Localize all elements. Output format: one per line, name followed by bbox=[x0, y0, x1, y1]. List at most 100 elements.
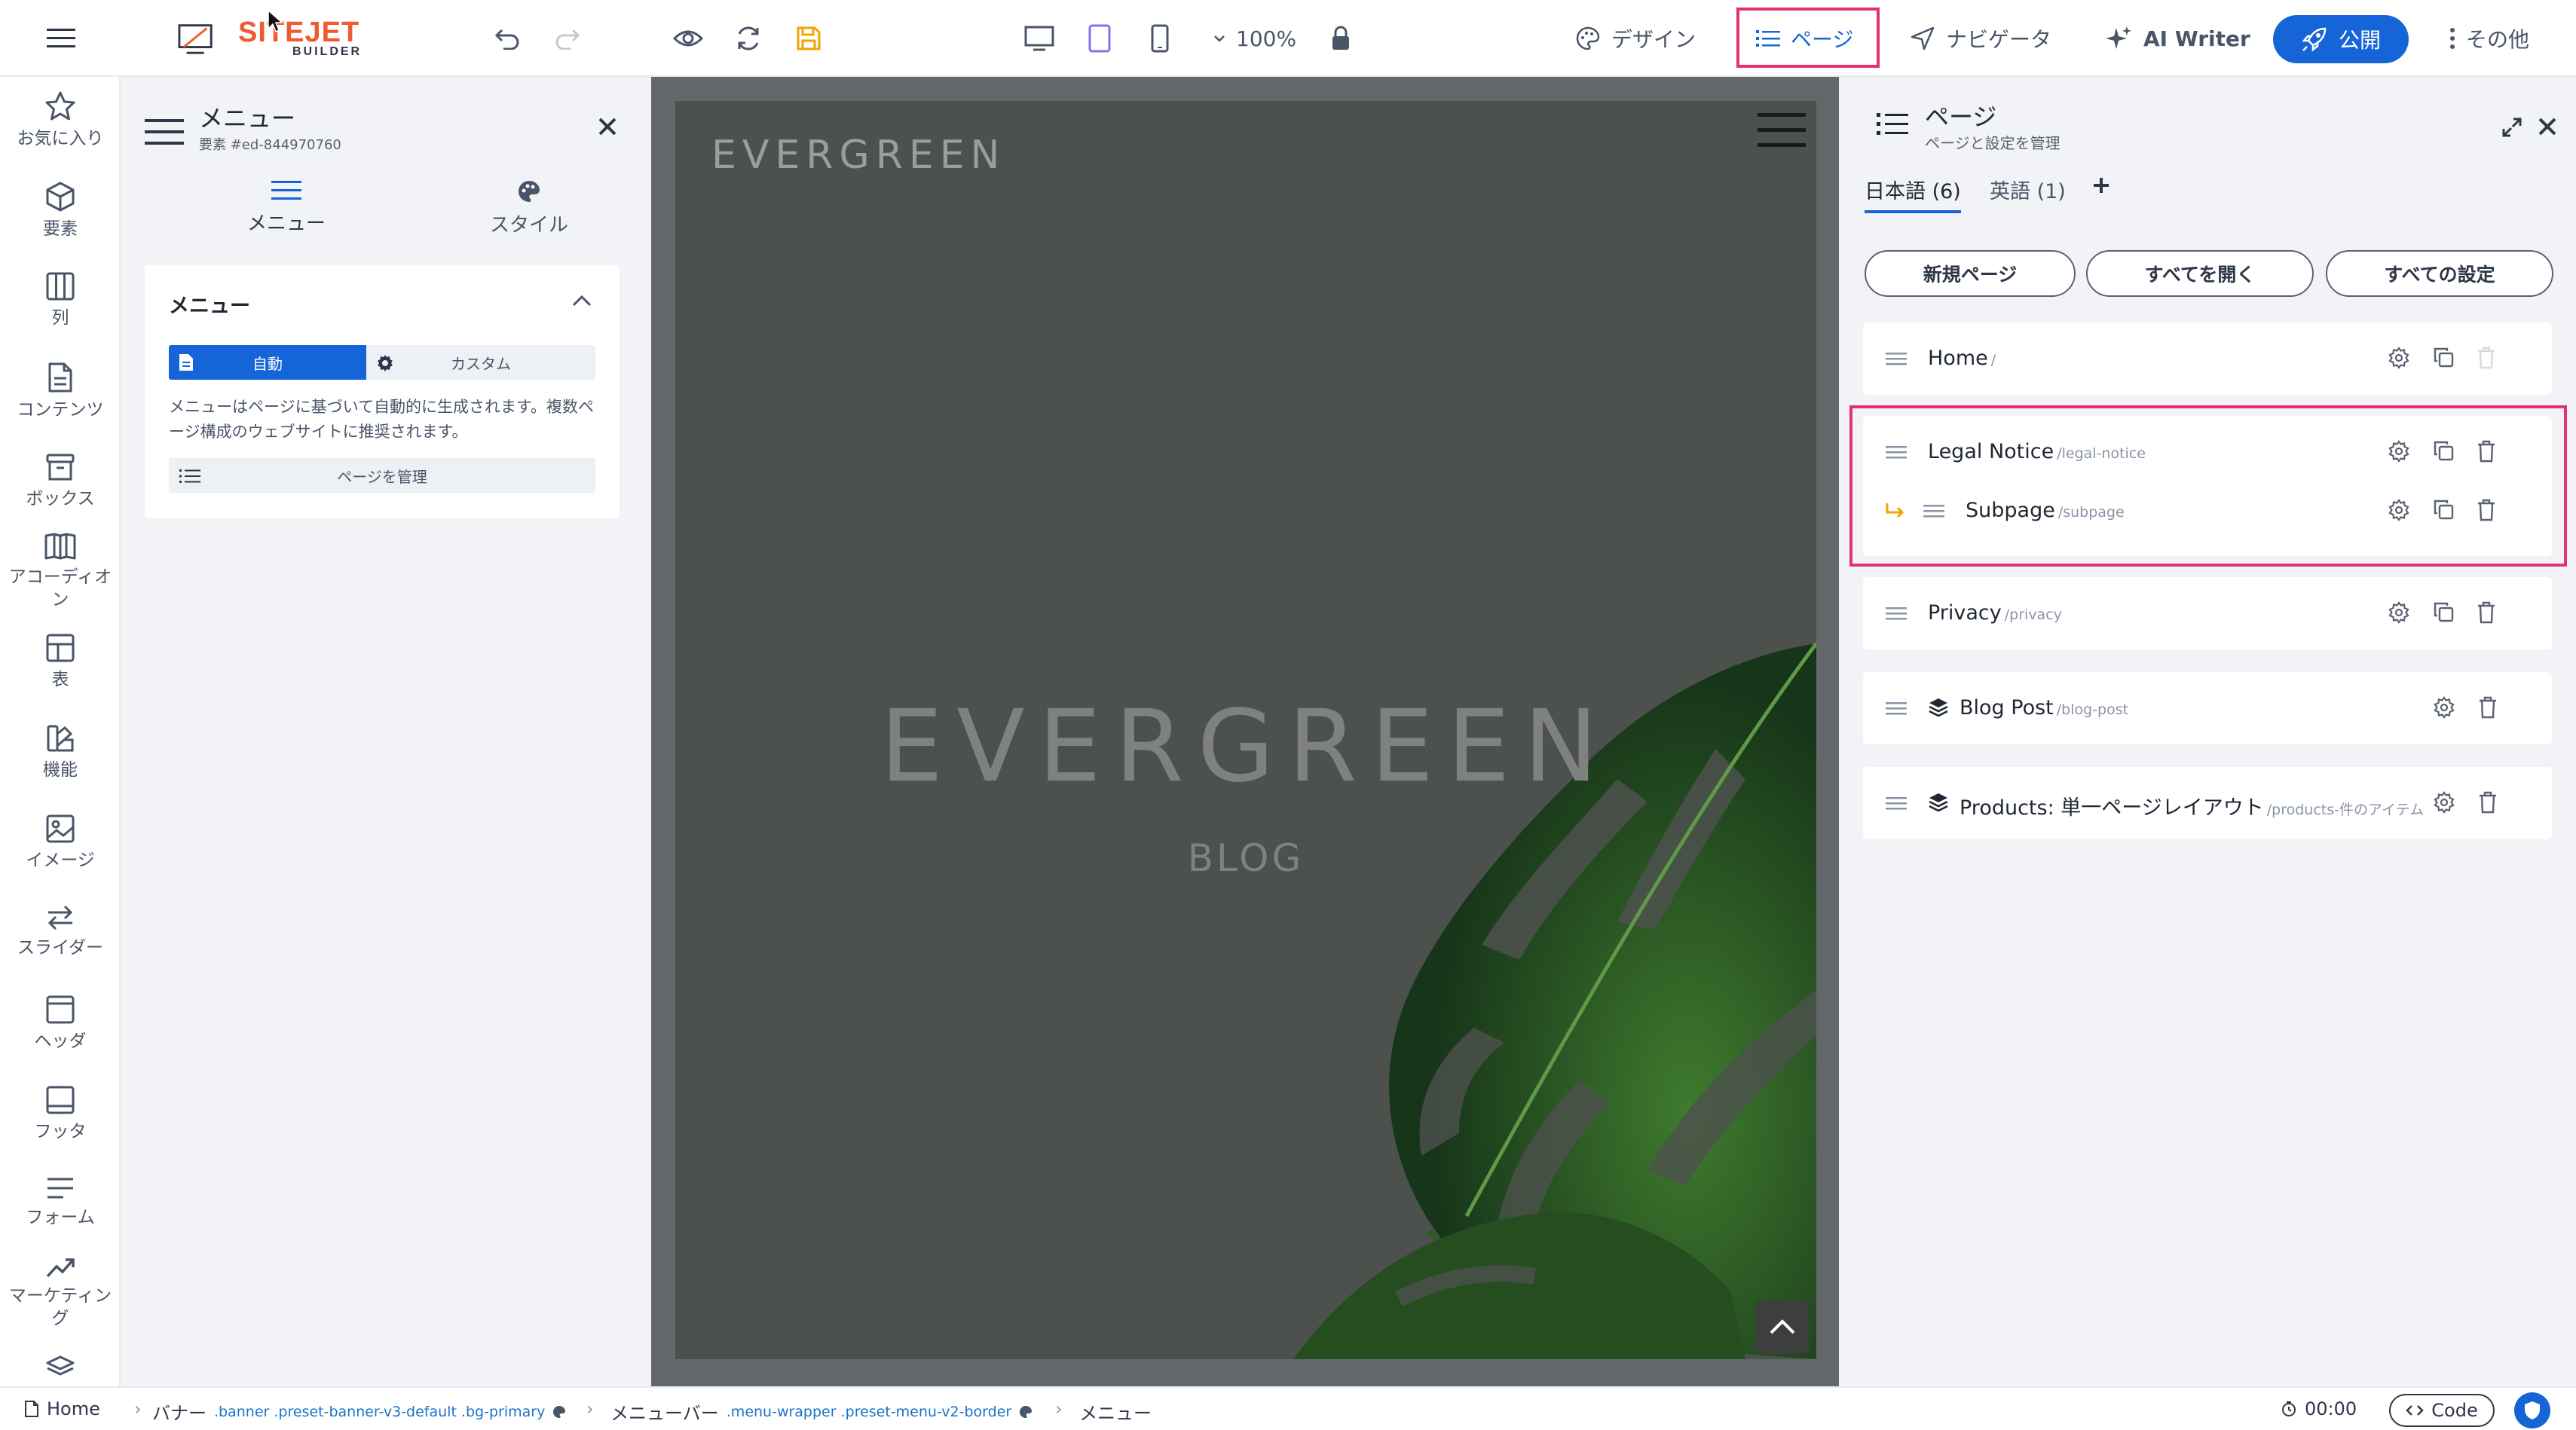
design-button[interactable]: デザイン bbox=[1575, 17, 1696, 60]
rail-item-form[interactable]: フォーム bbox=[0, 1175, 121, 1230]
page-name: Home bbox=[1928, 347, 1988, 370]
rail-item-columns[interactable]: 列 bbox=[0, 271, 121, 330]
tab-style[interactable]: スタイル bbox=[454, 179, 604, 237]
breadcrumb-menu[interactable]: メニュー bbox=[1079, 1398, 1152, 1425]
delete-icon[interactable] bbox=[2478, 696, 2498, 719]
page-row-privacy[interactable]: Privacy/privacy bbox=[1863, 577, 2552, 649]
delete-icon[interactable] bbox=[2477, 499, 2496, 521]
pages-list-icon bbox=[1877, 112, 1908, 137]
site-logo[interactable]: EVERGREEN bbox=[711, 133, 1005, 178]
page-row-blog-post[interactable]: Blog Post/blog-post bbox=[1863, 672, 2552, 744]
zoom-select[interactable]: 100% bbox=[1213, 17, 1296, 60]
rail-item-features[interactable]: 機能 bbox=[0, 723, 121, 782]
rail-item-image[interactable]: イメージ bbox=[0, 814, 121, 872]
duplicate-icon[interactable] bbox=[2433, 601, 2454, 624]
drag-handle-icon[interactable] bbox=[1886, 701, 1907, 715]
rail-label: スライダー bbox=[17, 938, 104, 958]
code-button[interactable]: Code bbox=[2389, 1394, 2495, 1427]
settings-icon[interactable] bbox=[2388, 440, 2410, 463]
rail-item-layers[interactable] bbox=[0, 1355, 121, 1380]
rail-item-header[interactable]: ヘッダ bbox=[0, 995, 121, 1053]
refresh-icon[interactable] bbox=[730, 20, 767, 57]
delete-icon[interactable] bbox=[2477, 601, 2496, 624]
preview-eye-icon[interactable] bbox=[669, 20, 707, 57]
cube-icon bbox=[45, 181, 75, 212]
rail-item-footer[interactable]: フッタ bbox=[0, 1085, 121, 1144]
duplicate-icon[interactable] bbox=[2433, 347, 2454, 369]
page-row-subpage[interactable]: Subpage/subpage bbox=[1863, 475, 2552, 547]
duplicate-icon[interactable] bbox=[2433, 499, 2454, 521]
close-icon[interactable] bbox=[2537, 116, 2558, 137]
all-settings-button[interactable]: すべての設定 bbox=[2326, 250, 2553, 297]
breadcrumb-menubar[interactable]: メニューバー .menu-wrapper .preset-menu-v2-bor… bbox=[610, 1398, 1033, 1425]
breadcrumb-banner[interactable]: バナー .banner .preset-banner-v3-default .b… bbox=[152, 1398, 566, 1425]
drag-handle-icon[interactable] bbox=[1886, 445, 1907, 459]
rail-item-marketing[interactable]: マーケティング bbox=[0, 1255, 121, 1331]
drag-handle-icon[interactable] bbox=[1886, 607, 1907, 620]
breadcrumb-separator: › bbox=[586, 1398, 594, 1419]
page-name: Subpage bbox=[1966, 499, 2055, 522]
chevron-up-icon[interactable] bbox=[571, 294, 592, 307]
navigator-button[interactable]: ナビゲータ bbox=[1910, 17, 2051, 60]
page-name: Blog Post bbox=[1960, 696, 2054, 720]
ai-writer-button[interactable]: AI Writer bbox=[2106, 17, 2250, 60]
publish-button[interactable]: 公開 bbox=[2273, 15, 2409, 63]
redo-icon[interactable] bbox=[549, 20, 586, 57]
desktop-view-icon[interactable] bbox=[1020, 20, 1058, 57]
duplicate-icon[interactable] bbox=[2433, 440, 2454, 463]
drag-handle-icon[interactable] bbox=[1923, 504, 1944, 518]
shield-button[interactable] bbox=[2514, 1392, 2550, 1428]
mobile-view-icon[interactable] bbox=[1141, 20, 1179, 57]
box-icon bbox=[45, 452, 75, 482]
mode-custom-button[interactable]: カスタム bbox=[366, 345, 595, 380]
tab-menu[interactable]: メニュー bbox=[211, 179, 362, 236]
mode-auto-label: 自動 bbox=[252, 354, 283, 373]
manage-pages-label: ページを管理 bbox=[337, 467, 427, 486]
rail-item-accordion[interactable]: アコーディオン bbox=[0, 532, 121, 612]
lock-icon[interactable] bbox=[1322, 20, 1360, 57]
settings-icon[interactable] bbox=[2433, 791, 2455, 814]
save-icon[interactable] bbox=[790, 20, 828, 57]
expand-icon[interactable] bbox=[2502, 118, 2522, 137]
settings-icon[interactable] bbox=[2388, 499, 2410, 521]
mode-auto-button[interactable]: 自動 bbox=[169, 345, 366, 380]
site-hamburger-icon[interactable] bbox=[1758, 108, 1806, 151]
settings-icon[interactable] bbox=[2388, 347, 2410, 369]
hamburger-menu-icon[interactable] bbox=[42, 20, 80, 57]
breadcrumb-home[interactable]: Home bbox=[24, 1398, 100, 1419]
settings-icon[interactable] bbox=[2433, 696, 2455, 719]
rail-item-elements[interactable]: 要素 bbox=[0, 181, 121, 241]
design-label: デザイン bbox=[1611, 27, 1696, 52]
tablet-view-icon[interactable] bbox=[1081, 20, 1118, 57]
subpage-arrow-icon bbox=[1884, 502, 1905, 520]
rail-item-table[interactable]: 表 bbox=[0, 633, 121, 692]
rail-item-favorites[interactable]: お気に入り bbox=[0, 90, 121, 151]
scroll-top-button[interactable] bbox=[1756, 1300, 1809, 1353]
tab-english[interactable]: 英語 (1) bbox=[1990, 175, 2066, 204]
rail-item-slider[interactable]: スライダー bbox=[0, 904, 121, 960]
drag-handle-icon[interactable] bbox=[1886, 796, 1907, 810]
hero-subtitle: BLOG bbox=[1187, 836, 1305, 880]
delete-icon[interactable] bbox=[2477, 440, 2496, 463]
open-all-button[interactable]: すべてを開く bbox=[2086, 250, 2314, 297]
close-icon[interactable] bbox=[597, 116, 618, 137]
page-preview[interactable]: EVERGREEN EVERGREEN BLOG bbox=[675, 101, 1816, 1359]
tab-japanese[interactable]: 日本語 (6) bbox=[1865, 175, 1961, 213]
settings-icon[interactable] bbox=[2388, 601, 2410, 624]
add-language-icon[interactable] bbox=[2092, 176, 2110, 194]
page-row-home[interactable]: Home / bbox=[1863, 322, 2552, 395]
page-row-products[interactable]: Products: 単一ページレイアウト/products-件のアイテム bbox=[1863, 767, 2552, 839]
rail-label: フッタ bbox=[34, 1122, 87, 1141]
pages-button[interactable]: ページ bbox=[1756, 17, 1853, 60]
sparkle-icon bbox=[2106, 25, 2133, 52]
manage-pages-button[interactable]: ページを管理 bbox=[169, 458, 595, 493]
page-path: /subpage bbox=[2057, 504, 2125, 521]
new-page-button[interactable]: 新規ページ bbox=[1865, 250, 2076, 297]
undo-icon[interactable] bbox=[488, 20, 526, 57]
rail-item-contents[interactable]: コンテンツ bbox=[0, 362, 121, 422]
layers-icon bbox=[1928, 792, 1949, 813]
rail-item-box[interactable]: ボックス bbox=[0, 452, 121, 511]
drag-handle-icon[interactable] bbox=[1886, 352, 1907, 365]
more-button[interactable]: その他 bbox=[2449, 17, 2529, 60]
delete-icon[interactable] bbox=[2478, 791, 2498, 814]
